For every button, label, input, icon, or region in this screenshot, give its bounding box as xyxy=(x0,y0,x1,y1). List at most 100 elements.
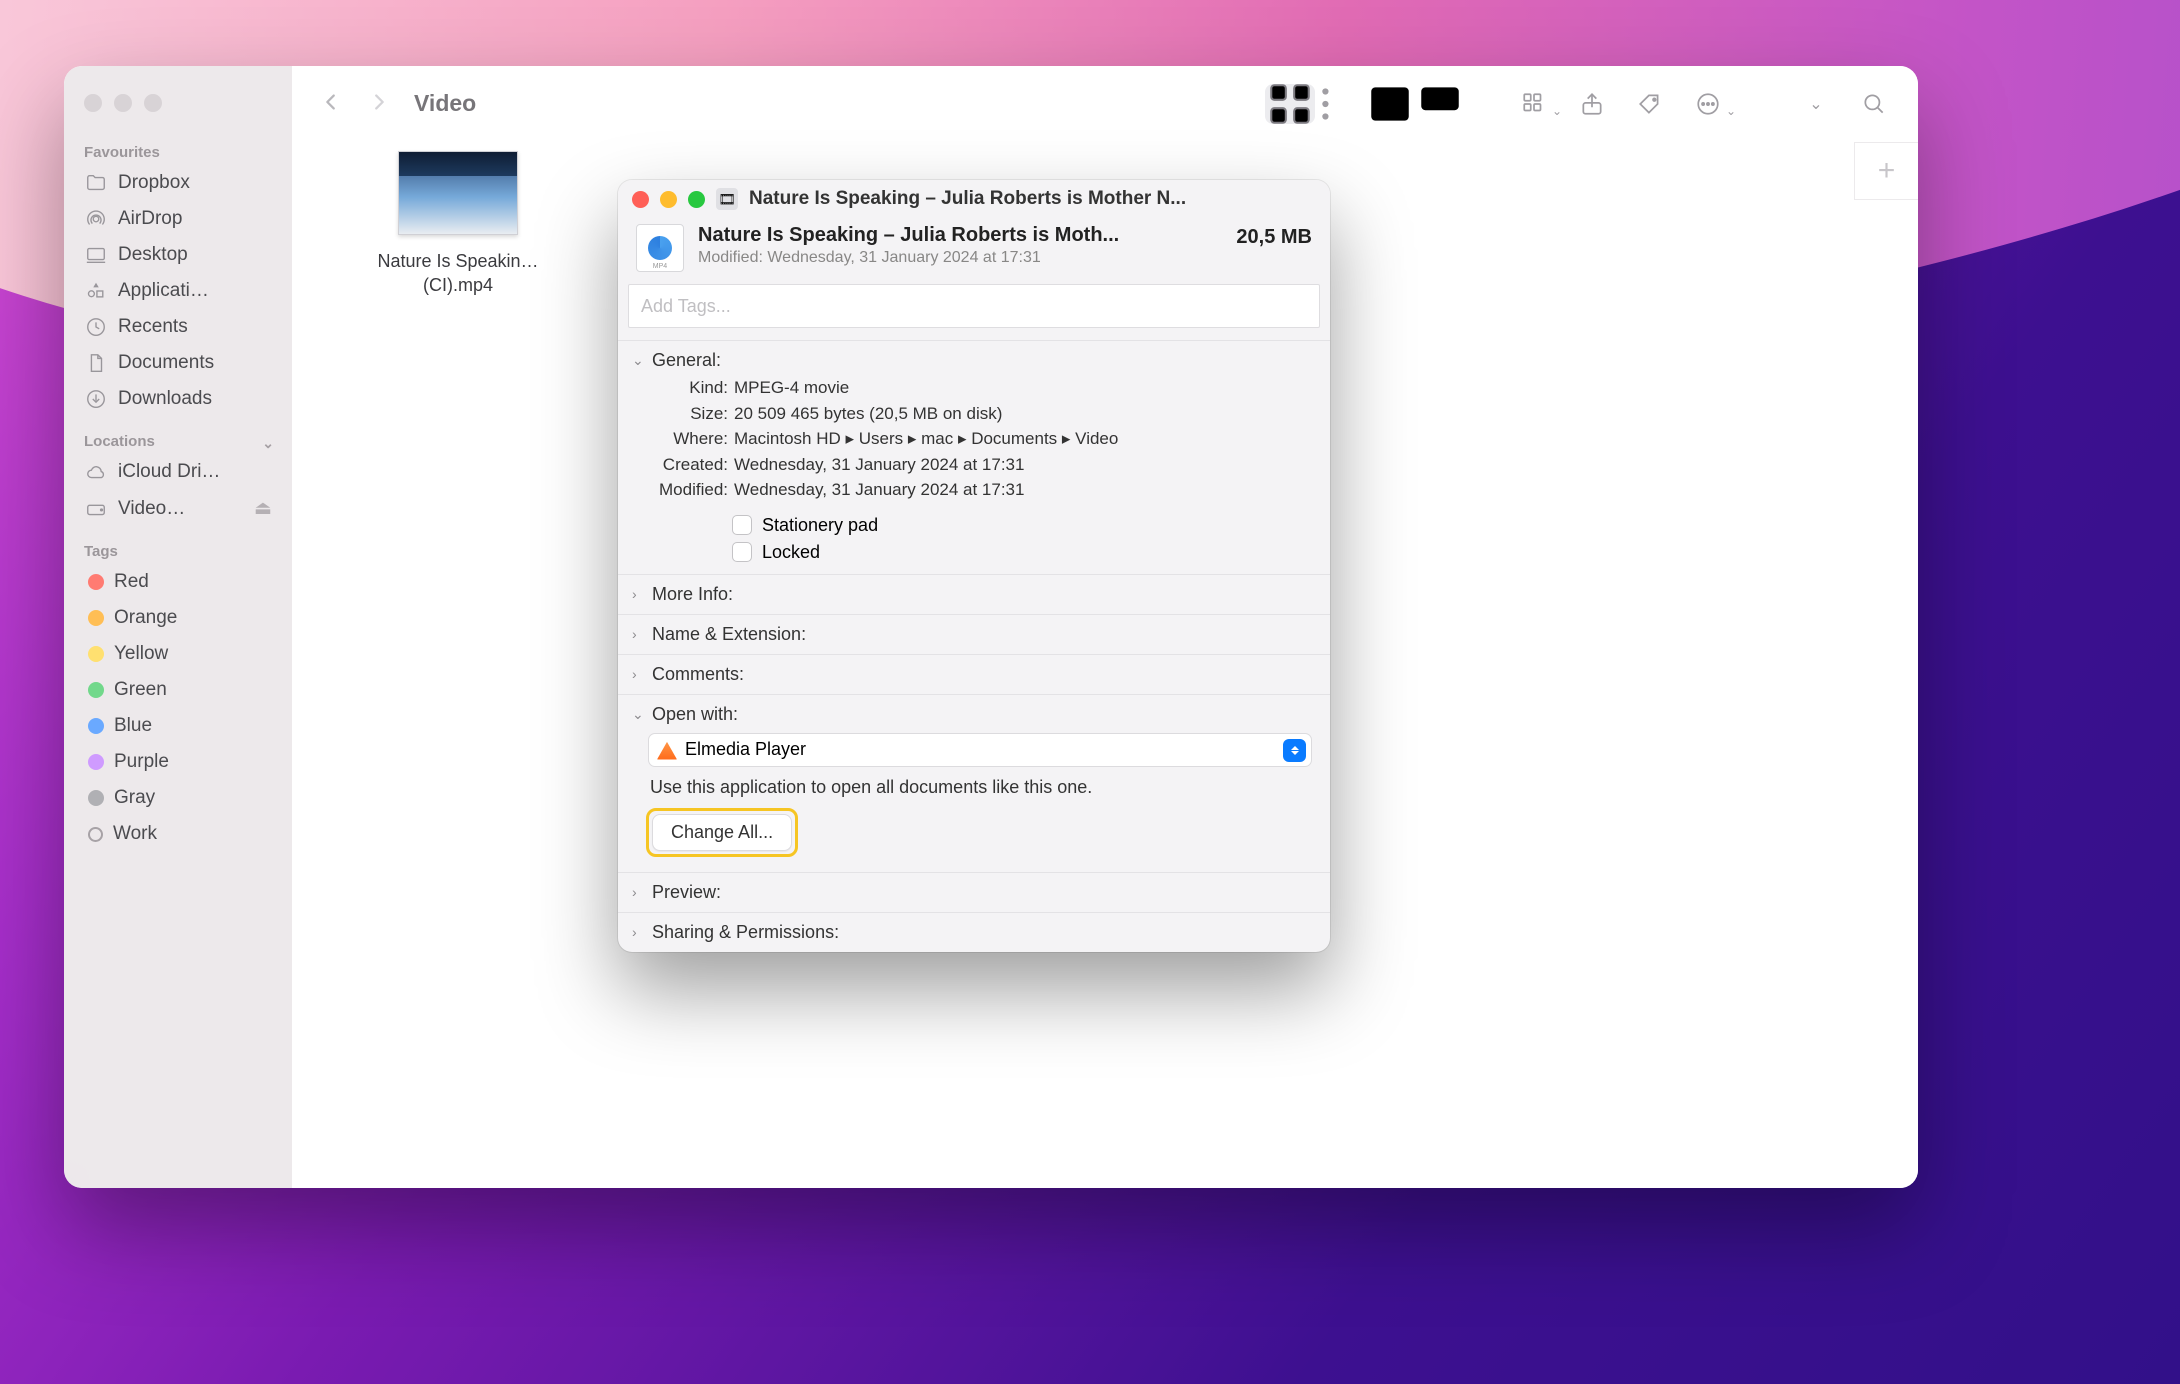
eject-icon[interactable]: ⏏ xyxy=(254,497,272,520)
stationery-label: Stationery pad xyxy=(762,515,878,536)
sidebar-section-tags: Tags xyxy=(64,527,292,564)
airdrop-icon xyxy=(84,208,108,230)
group-menu-button[interactable]: ⌄ xyxy=(1512,84,1556,124)
desktop-icon xyxy=(84,244,108,266)
proxy-icon[interactable]: 🎞 xyxy=(716,188,738,210)
sidebar-item-desktop[interactable]: Desktop xyxy=(64,237,292,273)
file-item[interactable]: Nature Is Speakin…(CI).mp4 xyxy=(368,151,548,298)
sidebar-item-label: Blue xyxy=(114,715,152,737)
sidebar-tag-work[interactable]: Work xyxy=(64,816,292,852)
toolbar-menu-button[interactable]: ⌄ xyxy=(1794,84,1838,124)
zoom-button[interactable] xyxy=(144,94,162,112)
sidebar-item-label: Applicati… xyxy=(118,280,209,302)
chevron-down-icon: ⌄ xyxy=(632,706,646,723)
minimize-button[interactable] xyxy=(660,191,677,208)
doc-icon xyxy=(84,352,108,374)
tag-dot-icon xyxy=(88,574,104,590)
stationery-checkbox[interactable] xyxy=(732,515,752,535)
kv-kind: MPEG-4 movie xyxy=(734,375,1312,401)
sidebar-section-locations[interactable]: Locations ⌄ xyxy=(64,417,292,454)
minimize-button[interactable] xyxy=(114,94,132,112)
select-arrows-icon xyxy=(1283,739,1306,762)
info-titlebar[interactable]: 🎞 Nature Is Speaking – Julia Roberts is … xyxy=(618,180,1330,216)
open-with-app-name: Elmedia Player xyxy=(685,739,806,760)
sidebar-tag-green[interactable]: Green xyxy=(64,672,292,708)
section-general: ⌄ General: Kind:MPEG-4 movie Size:20 509… xyxy=(618,340,1330,574)
section-general-header[interactable]: ⌄ General: xyxy=(632,350,1312,371)
sidebar-item-documents[interactable]: Documents xyxy=(64,345,292,381)
back-button[interactable] xyxy=(314,84,348,124)
open-with-hint: Use this application to open all documen… xyxy=(632,769,1312,800)
sidebar-item-label: Video… xyxy=(118,498,185,520)
tag-dot-icon xyxy=(88,790,104,806)
close-button[interactable] xyxy=(84,94,102,112)
sidebar-item-label: Purple xyxy=(114,751,169,773)
chevron-right-icon: › xyxy=(632,884,646,900)
chevron-down-icon: ⌄ xyxy=(632,352,646,369)
locked-label: Locked xyxy=(762,542,820,563)
sidebar-item-recents[interactable]: Recents xyxy=(64,309,292,345)
sidebar-item-label: Dropbox xyxy=(118,172,190,194)
locked-checkbox[interactable] xyxy=(732,542,752,562)
section-open-with-header[interactable]: ⌄Open with: xyxy=(632,704,1312,725)
file-name: Nature Is Speakin…(CI).mp4 xyxy=(368,249,548,298)
file-kind-icon xyxy=(636,224,684,272)
kv-size: 20 509 465 bytes (20,5 MB on disk) xyxy=(734,401,1312,427)
get-info-panel: 🎞 Nature Is Speaking – Julia Roberts is … xyxy=(618,180,1330,952)
chevron-down-icon: ⌄ xyxy=(1726,104,1736,118)
folder-icon xyxy=(84,172,108,194)
sidebar-item-label: Work xyxy=(113,823,157,845)
sidebar-item-label: Desktop xyxy=(118,244,188,266)
tags-button[interactable] xyxy=(1628,84,1672,124)
sidebar-item-dropbox[interactable]: Dropbox xyxy=(64,165,292,201)
section-comments[interactable]: ›Comments: xyxy=(632,664,1312,685)
chevron-right-icon: › xyxy=(632,666,646,682)
finder-sidebar: Favourites DropboxAirDropDesktopApplicat… xyxy=(64,66,292,1188)
sidebar-item-airdrop[interactable]: AirDrop xyxy=(64,201,292,237)
apps-icon xyxy=(84,280,108,302)
change-all-button[interactable]: Change All... xyxy=(652,814,792,851)
section-sharing-permissions[interactable]: ›Sharing & Permissions: xyxy=(632,922,1312,943)
action-menu-button[interactable]: ⌄ xyxy=(1686,84,1730,124)
sidebar-item-label: Yellow xyxy=(114,643,168,665)
tag-dot-icon xyxy=(88,718,104,734)
sidebar-item-downloads[interactable]: Downloads xyxy=(64,381,292,417)
window-traffic-lights xyxy=(64,80,292,128)
view-switcher xyxy=(1262,81,1468,127)
sidebar-item-label: Gray xyxy=(114,787,155,809)
kv-where: Macintosh HD ▸ Users ▸ mac ▸ Documents ▸… xyxy=(734,426,1312,452)
sidebar-item-icloud-dri-[interactable]: iCloud Dri… xyxy=(64,454,292,490)
sidebar-item-label: Documents xyxy=(118,352,214,374)
share-button[interactable] xyxy=(1570,84,1614,124)
sidebar-tag-blue[interactable]: Blue xyxy=(64,708,292,744)
sidebar-tag-red[interactable]: Red xyxy=(64,564,292,600)
section-preview[interactable]: ›Preview: xyxy=(632,882,1312,903)
sidebar-tag-yellow[interactable]: Yellow xyxy=(64,636,292,672)
chevron-down-icon: ⌄ xyxy=(1552,104,1562,118)
list-view-button[interactable] xyxy=(1315,84,1365,124)
finder-toolbar: Video ⌄ xyxy=(292,66,1918,141)
change-all-highlight: Change All... xyxy=(646,808,798,857)
search-button[interactable] xyxy=(1852,84,1896,124)
icon-view-button[interactable] xyxy=(1265,84,1315,124)
close-button[interactable] xyxy=(632,191,649,208)
app-icon xyxy=(657,740,677,760)
sidebar-tag-orange[interactable]: Orange xyxy=(64,600,292,636)
forward-button[interactable] xyxy=(362,84,396,124)
sidebar-item-applicati-[interactable]: Applicati… xyxy=(64,273,292,309)
sidebar-tag-gray[interactable]: Gray xyxy=(64,780,292,816)
section-more-info[interactable]: ›More Info: xyxy=(632,584,1312,605)
zoom-button[interactable] xyxy=(688,191,705,208)
sidebar-item-label: Recents xyxy=(118,316,188,338)
tags-input[interactable] xyxy=(628,284,1320,328)
section-name-extension[interactable]: ›Name & Extension: xyxy=(632,624,1312,645)
gallery-view-button[interactable] xyxy=(1415,84,1465,124)
sidebar-tag-purple[interactable]: Purple xyxy=(64,744,292,780)
kv-modified: Wednesday, 31 January 2024 at 17:31 xyxy=(734,477,1312,503)
open-with-select[interactable]: Elmedia Player xyxy=(648,733,1312,767)
info-window-title: Nature Is Speaking – Julia Roberts is Mo… xyxy=(749,188,1186,210)
column-view-button[interactable] xyxy=(1365,84,1415,124)
section-open-with: ⌄Open with: Elmedia Player Use this appl… xyxy=(618,694,1330,872)
tag-circle-icon xyxy=(88,827,103,842)
sidebar-item-video-[interactable]: Video… ⏏ xyxy=(64,490,292,527)
